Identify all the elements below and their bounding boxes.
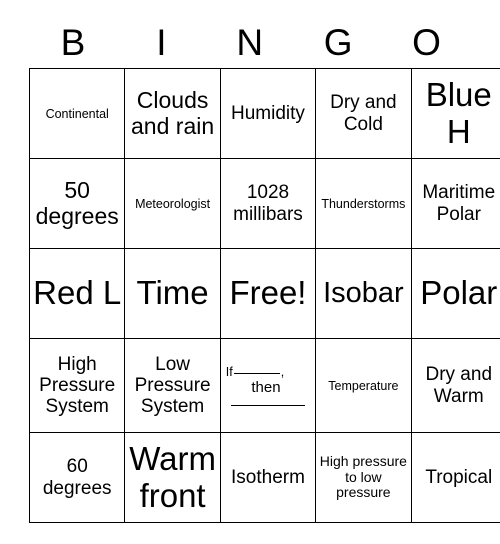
bingo-row: Red L Time Free! Isobar Polar — [28, 248, 500, 339]
bingo-cell[interactable]: 1028 millibars — [219, 158, 317, 249]
bingo-cell[interactable]: Polar — [410, 248, 500, 339]
bingo-header-letter-b: B — [60, 21, 86, 63]
bingo-cell-free-space[interactable]: Free! — [219, 248, 317, 339]
fill-in-blank-rule-second — [230, 405, 305, 407]
fill-in-blank-rule-first — [233, 372, 280, 374]
bingo-cell[interactable]: Dry and Warm — [410, 338, 500, 433]
fill-in-blank-prefix: If — [225, 364, 233, 379]
bingo-cell-fill-in-blank[interactable]: If, then — [219, 338, 317, 433]
bingo-cell[interactable]: Tropical — [410, 432, 500, 523]
bingo-cell[interactable]: Dry and Cold — [315, 68, 412, 159]
bingo-cell[interactable]: 60 degrees — [28, 432, 126, 523]
bingo-header-letter-i: I — [156, 21, 167, 63]
bingo-header-letter-n: N — [236, 21, 264, 63]
bingo-cell[interactable]: Isobar — [315, 248, 412, 339]
bingo-grid: Continental Clouds and rain Humidity Dry… — [28, 68, 500, 523]
bingo-cell[interactable]: Blue H — [410, 68, 500, 159]
bingo-cell[interactable]: Humidity — [219, 68, 317, 159]
fill-in-blank-line-1: If, — [226, 365, 310, 379]
bingo-row: 60 degrees Warm front Isotherm High pres… — [28, 432, 500, 523]
bingo-cell[interactable]: High Pressure System — [28, 338, 126, 433]
bingo-cell[interactable]: Warm front — [124, 432, 221, 523]
bingo-header-letter-o: O — [412, 21, 442, 63]
bingo-cell[interactable]: Red L — [28, 248, 126, 339]
bingo-cell[interactable]: Low Pressure System — [124, 338, 221, 433]
bingo-header-letter-g: G — [323, 21, 353, 63]
fill-in-blank-comma: , — [280, 364, 285, 379]
bingo-row: High Pressure System Low Pressure System… — [28, 338, 500, 433]
bingo-row: Continental Clouds and rain Humidity Dry… — [28, 68, 500, 159]
bingo-row: 50 degrees Meteorologist 1028 millibars … — [28, 158, 500, 249]
bingo-cell[interactable]: 50 degrees — [28, 158, 126, 249]
bingo-cell[interactable]: Thunderstorms — [315, 158, 412, 249]
bingo-cell[interactable]: Temperature — [315, 338, 412, 433]
bingo-cell[interactable]: Continental — [28, 68, 126, 159]
bingo-cell[interactable]: Time — [124, 248, 221, 339]
fill-in-blank-then: then — [251, 378, 281, 396]
bingo-header-row: B I N G O — [29, 16, 471, 68]
bingo-cell[interactable]: High pressure to low pressure — [315, 432, 412, 523]
bingo-cell[interactable]: Maritime Polar — [410, 158, 500, 249]
bingo-card: B I N G O Continental Clouds and rain Hu… — [28, 16, 500, 523]
bingo-cell[interactable]: Isotherm — [219, 432, 317, 523]
bingo-cell[interactable]: Meteorologist — [124, 158, 221, 249]
bingo-cell[interactable]: Clouds and rain — [124, 68, 221, 159]
